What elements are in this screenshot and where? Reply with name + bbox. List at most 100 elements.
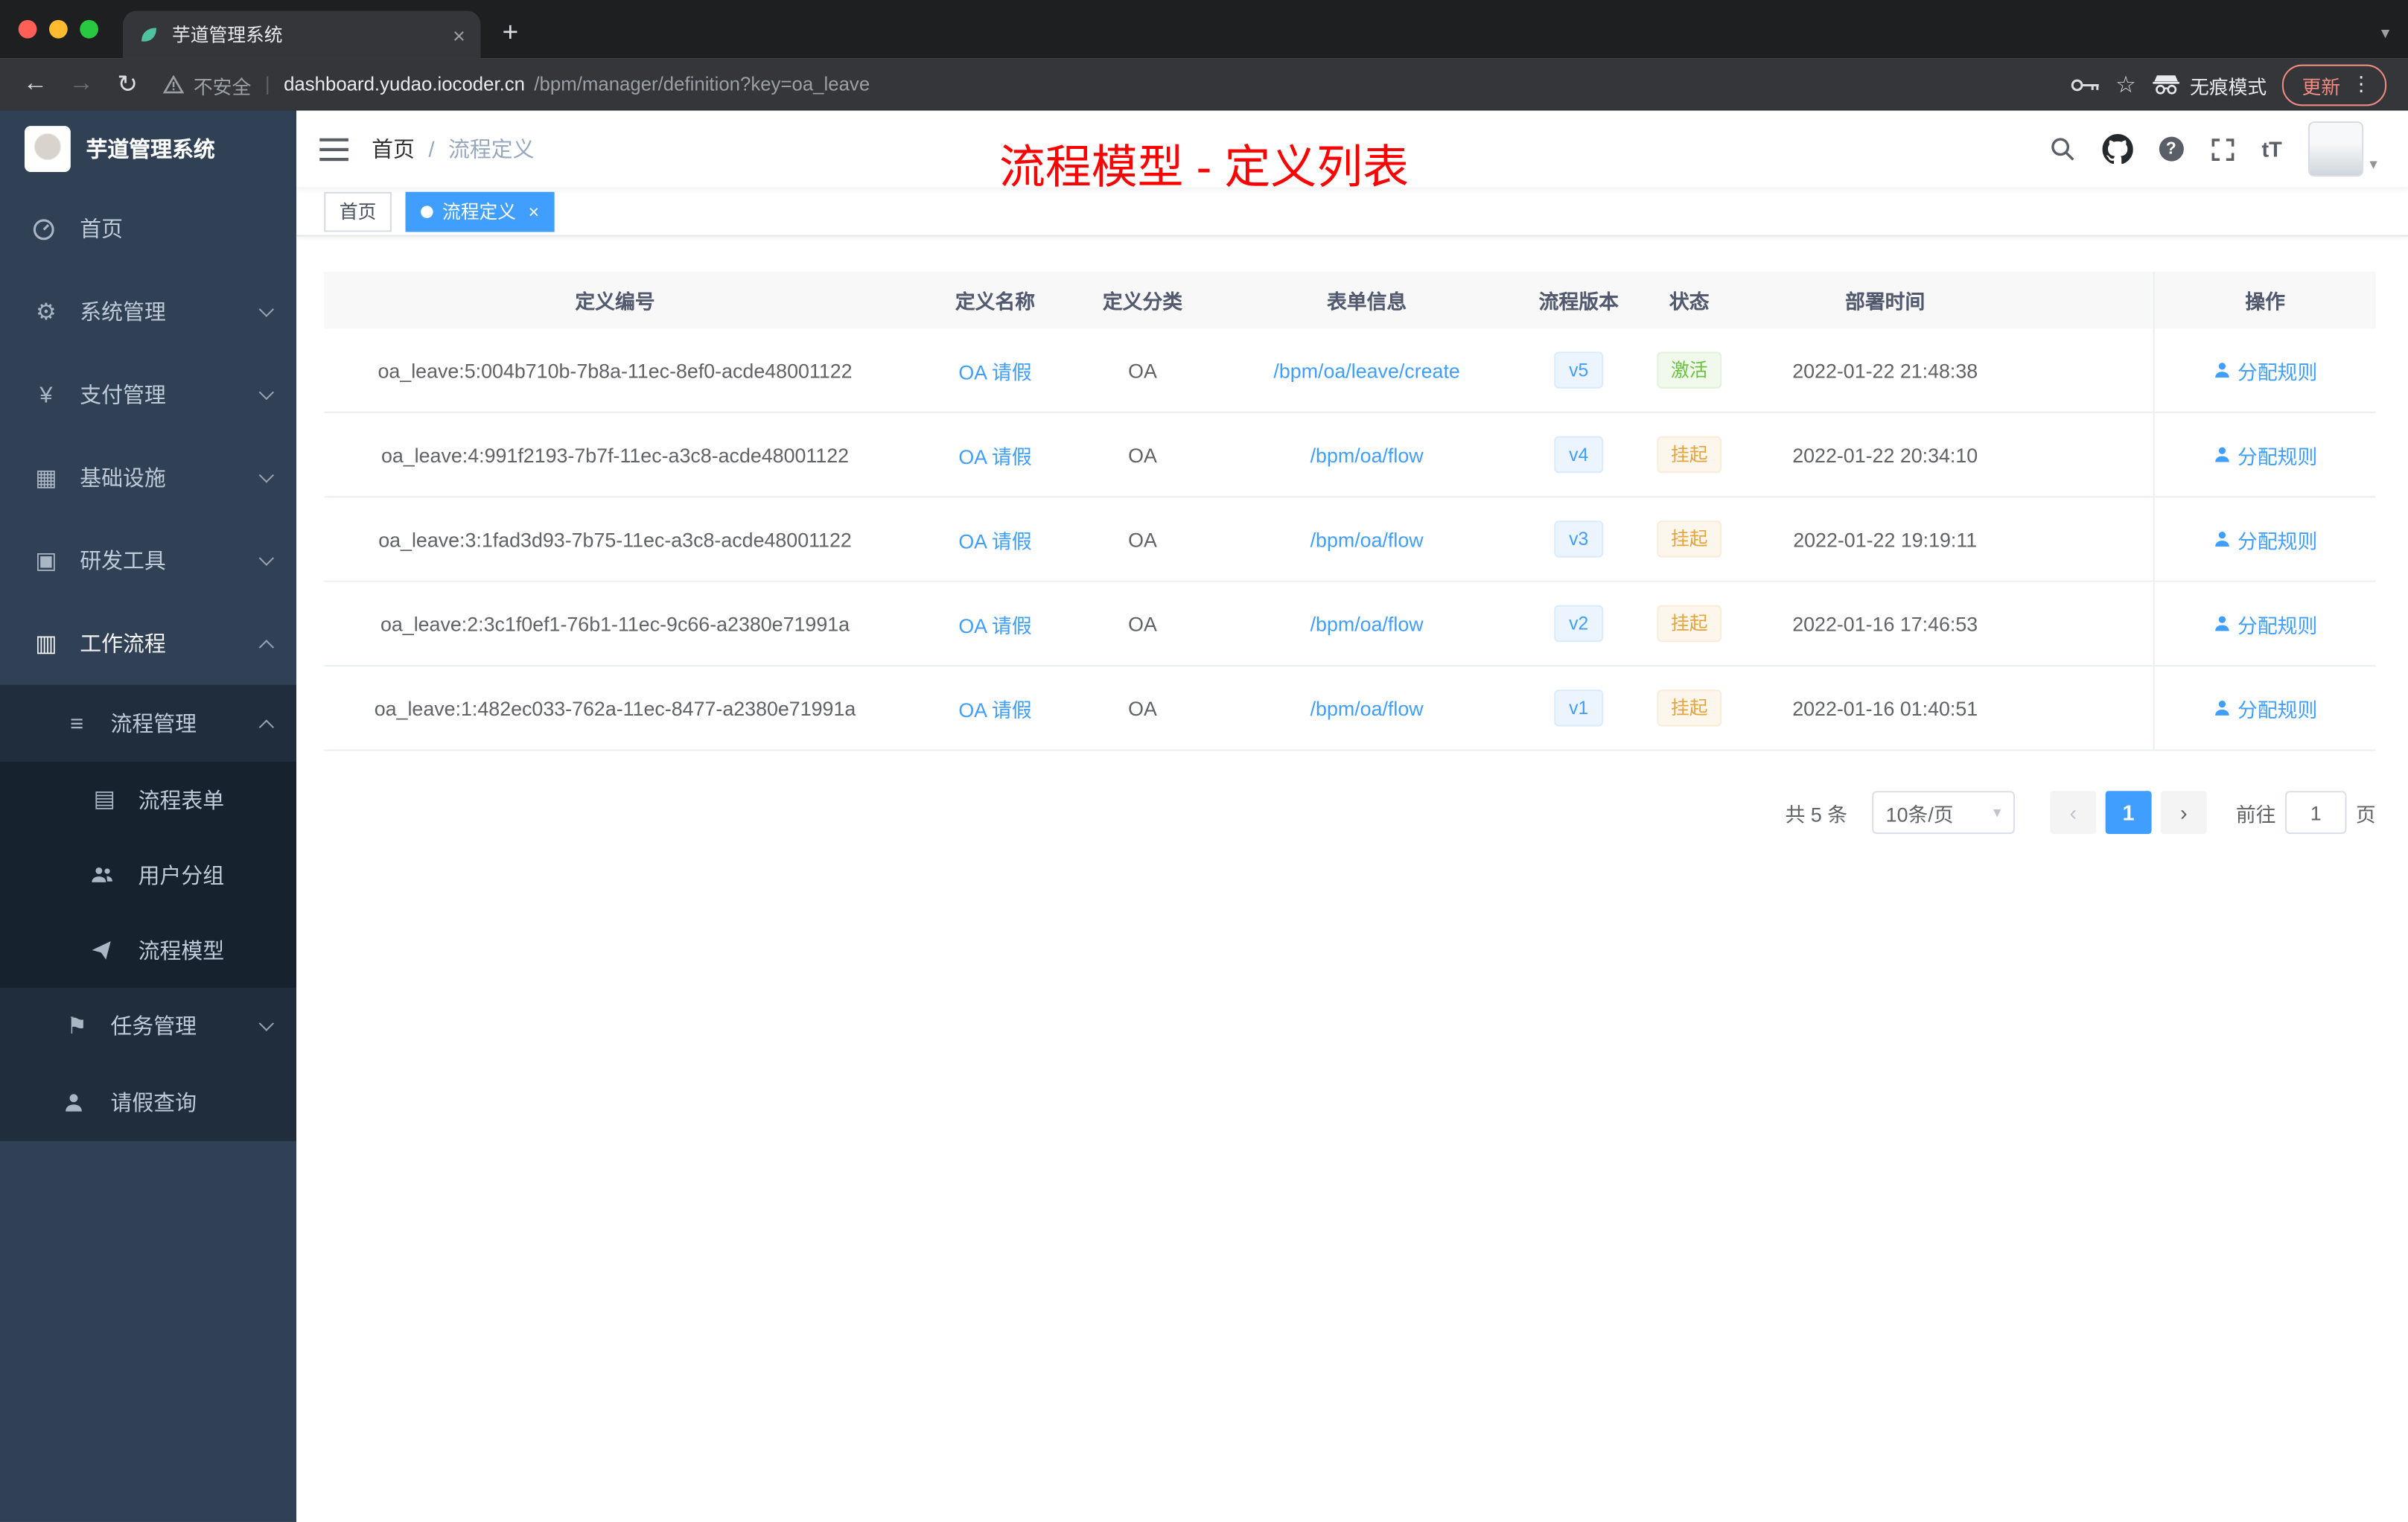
bookmark-star-icon[interactable]: ☆	[2115, 71, 2136, 98]
list-icon: ≡	[70, 710, 84, 736]
tags-view-bar: 首页 流程定义 ×	[296, 188, 2408, 237]
help-icon[interactable]: ?	[2159, 136, 2184, 162]
goto-page-input[interactable]	[2284, 791, 2347, 834]
page-number-button[interactable]: 1	[2105, 791, 2152, 834]
browser-tabstrip: 芋道管理系统 × + ▾	[0, 0, 2408, 59]
sidebar-item-process-management[interactable]: ≡ 流程管理	[0, 685, 296, 762]
window-close-button[interactable]	[18, 19, 37, 39]
new-tab-button[interactable]: +	[481, 17, 518, 59]
assign-rule-link[interactable]: 分配规则	[2213, 355, 2317, 384]
version-badge: v1	[1553, 690, 1604, 727]
chevron-down-icon	[258, 301, 275, 316]
chevron-down-icon	[258, 467, 275, 483]
assign-rule-link[interactable]: 分配规则	[2213, 440, 2317, 469]
chevron-down-icon[interactable]: ▾	[2381, 23, 2389, 43]
process-management-submenu: ▤ 流程表单 用户分组 流程模型	[0, 762, 297, 988]
flag-icon: ⚑	[66, 1013, 87, 1039]
user-avatar[interactable]	[2307, 121, 2364, 177]
tab-close-icon[interactable]: ×	[453, 22, 465, 47]
workflow-icon: ▥	[35, 630, 57, 657]
sidebar-item-process-form[interactable]: ▤ 流程表单	[0, 762, 297, 838]
next-page-button[interactable]: ›	[2160, 791, 2207, 834]
sidebar-item-user-group[interactable]: 用户分组	[0, 837, 297, 913]
breadcrumb-home[interactable]: 首页	[372, 133, 415, 164]
breadcrumb-current: 流程定义	[448, 136, 535, 162]
browser-tab[interactable]: 芋道管理系统 ×	[123, 10, 481, 59]
chevron-up-icon	[258, 719, 275, 734]
form-link[interactable]: /bpm/oa/flow	[1310, 612, 1424, 635]
tag-process-definition[interactable]: 流程定义 ×	[405, 191, 555, 232]
security-label: 不安全	[193, 76, 252, 98]
tag-home[interactable]: 首页	[324, 191, 392, 232]
sidebar-item-process-model[interactable]: 流程模型	[0, 912, 297, 988]
form-link[interactable]: /bpm/oa/flow	[1310, 443, 1424, 466]
page-size-select[interactable]: 10条/页 ▾	[1872, 791, 2015, 834]
address-bar[interactable]: 不安全 | dashboard.yudao.iocoder.cn/bpm/man…	[162, 70, 2063, 99]
table-header: 定义编号 定义名称 定义分类 表单信息 流程版本 状态 部署时间 操作	[324, 272, 2376, 329]
user-icon	[2215, 447, 2229, 462]
sidebar-item-home[interactable]: 首页	[0, 188, 296, 270]
dashboard-icon	[32, 217, 60, 241]
url-path: /bpm/manager/definition?key=oa_leave	[534, 74, 870, 95]
search-icon[interactable]	[2048, 136, 2076, 163]
form-link[interactable]: /bpm/oa/flow	[1310, 527, 1424, 550]
assign-rule-link[interactable]: 分配规则	[2213, 524, 2317, 553]
sidebar-item-devtools[interactable]: ▣ 研发工具	[0, 519, 296, 602]
chevron-down-icon	[258, 550, 275, 565]
users-icon	[91, 865, 118, 885]
chevron-down-icon: ▾	[1993, 803, 2001, 821]
table-row: oa_leave:5:004b710b-7b8a-11ec-8ef0-acde4…	[324, 328, 2376, 413]
hamburger-icon[interactable]	[296, 137, 372, 161]
sidebar-item-leave-query[interactable]: 请假查询	[0, 1064, 296, 1141]
incognito-label: 无痕模式	[2190, 76, 2267, 98]
chevron-down-icon[interactable]: ▾	[2369, 156, 2377, 176]
reload-icon[interactable]: ↻	[107, 69, 147, 100]
fullscreen-icon[interactable]	[2209, 136, 2235, 162]
definition-name-link[interactable]: OA 请假	[958, 609, 1031, 638]
back-icon[interactable]: ←	[16, 71, 56, 98]
github-icon[interactable]	[2102, 133, 2133, 165]
sidebar-item-system[interactable]: ⚙ 系统管理	[0, 270, 296, 353]
active-dot	[421, 205, 433, 217]
assign-rule-link[interactable]: 分配规则	[2213, 693, 2317, 722]
definition-id: oa_leave:3:1fad3d93-7b75-11ec-a3c8-acde4…	[378, 527, 852, 551]
prev-page-button[interactable]: ‹	[2050, 791, 2097, 834]
window-maximize-button[interactable]	[80, 19, 98, 39]
tag-close-icon[interactable]: ×	[529, 200, 539, 222]
sidebar-item-infrastructure[interactable]: ▦ 基础设施	[0, 436, 296, 519]
definition-id: oa_leave:2:3c1f0ef1-76b1-11ec-9c66-a2380…	[380, 611, 850, 635]
definition-name-link[interactable]: OA 请假	[958, 524, 1031, 553]
toolbox-icon: ▣	[35, 547, 57, 574]
app-logo-row[interactable]: 芋道管理系统	[0, 111, 296, 188]
user-icon	[63, 1092, 91, 1113]
definition-id: oa_leave:4:991f2193-7b7f-11ec-a3c8-acde4…	[380, 443, 850, 466]
sidebar-item-task-management[interactable]: ⚑ 任务管理	[0, 987, 296, 1064]
warning-icon	[162, 75, 185, 94]
definition-name-link[interactable]: OA 请假	[958, 440, 1031, 469]
definition-table: 定义编号 定义名称 定义分类 表单信息 流程版本 状态 部署时间 操作 oa_l…	[324, 272, 2376, 751]
sidebar-item-workflow[interactable]: ▥ 工作流程	[0, 602, 296, 685]
main-panel: 首页 / 流程定义 ? tT ▾ 首页 流程定义 × 定义编号 定义名称 定义分…	[296, 110, 2408, 1522]
definition-name-link[interactable]: OA 请假	[958, 355, 1031, 384]
yen-icon: ¥	[39, 381, 53, 408]
sidebar-item-payment[interactable]: ¥ 支付管理	[0, 353, 296, 436]
document-icon: ▤	[93, 786, 115, 813]
user-icon	[2215, 616, 2229, 631]
key-icon[interactable]	[2069, 76, 2100, 93]
status-badge: 挂起	[1657, 605, 1722, 643]
forward-icon[interactable]: →	[62, 71, 102, 98]
deploy-time: 2022-01-16 01:40:51	[1792, 696, 1978, 720]
deploy-time: 2022-01-22 19:19:11	[1793, 527, 1978, 551]
breadcrumb: 首页 / 流程定义	[372, 133, 534, 164]
browser-toolbar: ← → ↻ 不安全 | dashboard.yudao.iocoder.cn/b…	[0, 58, 2408, 111]
incognito-icon	[2151, 74, 2180, 95]
font-size-icon[interactable]: tT	[2262, 137, 2282, 162]
form-link[interactable]: /bpm/oa/flow	[1310, 696, 1424, 719]
browser-update-button[interactable]: 更新 ⋮	[2281, 63, 2387, 106]
assign-rule-link[interactable]: 分配规则	[2213, 609, 2317, 638]
window-minimize-button[interactable]	[49, 19, 68, 39]
goto-label: 前往	[2235, 802, 2276, 826]
definition-name-link[interactable]: OA 请假	[958, 693, 1031, 722]
form-link[interactable]: /bpm/oa/leave/create	[1273, 359, 1459, 382]
kebab-menu-icon[interactable]: ⋮	[2351, 72, 2372, 97]
